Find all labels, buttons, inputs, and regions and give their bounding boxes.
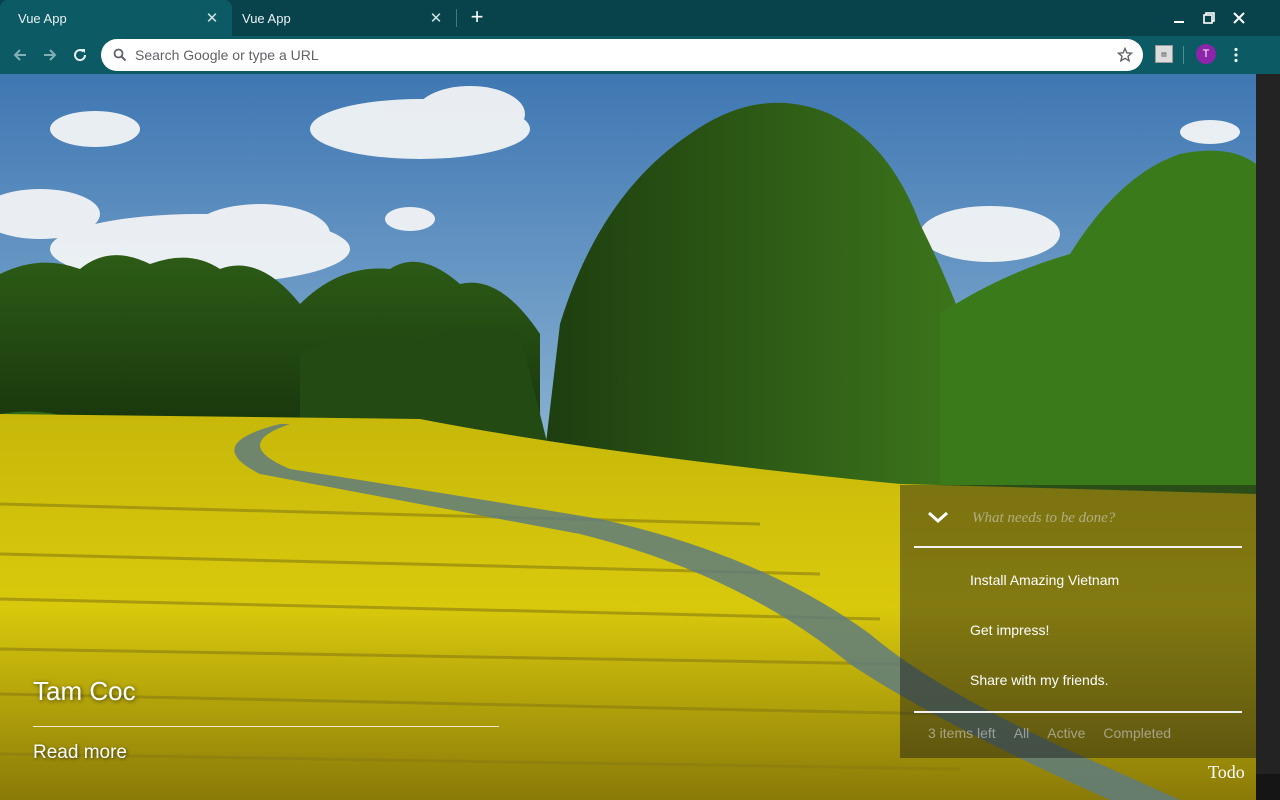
minimize-icon xyxy=(1174,21,1184,23)
reload-button[interactable] xyxy=(68,44,92,66)
page-scrollbar[interactable] xyxy=(1256,74,1280,800)
todo-divider xyxy=(914,546,1242,548)
todo-item-text: Install Amazing Vietnam xyxy=(970,572,1120,588)
restore-button[interactable] xyxy=(1196,6,1222,30)
filter-active[interactable]: Active xyxy=(1047,725,1085,741)
tab-strip: Vue App ✕ Vue App ✕ + xyxy=(0,0,1280,36)
scrollbar-track xyxy=(1256,74,1280,774)
browser-menu-button[interactable] xyxy=(1228,44,1244,66)
new-tab-button[interactable]: + xyxy=(466,6,488,29)
browser-toolbar: ▤ T xyxy=(0,36,1280,74)
slide-title: Tam Coc xyxy=(33,676,136,706)
todo-footer: 3 items left All Active Completed xyxy=(928,725,1189,741)
more-vert-icon xyxy=(1234,47,1238,63)
tab-title: Vue App xyxy=(242,10,291,26)
todo-panel: Install Amazing Vietnam Get impress! Sha… xyxy=(900,485,1256,758)
filter-all[interactable]: All xyxy=(1014,725,1030,741)
toggle-all-button[interactable] xyxy=(924,507,952,527)
todo-item[interactable]: Install Amazing Vietnam xyxy=(900,555,1256,605)
filter-completed[interactable]: Completed xyxy=(1103,725,1171,741)
todo-item-text: Get impress! xyxy=(970,622,1050,638)
minimize-button[interactable] xyxy=(1166,6,1192,30)
star-icon[interactable] xyxy=(1117,47,1133,63)
close-icon xyxy=(1233,12,1245,24)
chevron-down-icon xyxy=(928,511,948,523)
tab-title: Vue App xyxy=(18,10,67,26)
arrow-right-icon xyxy=(44,49,57,61)
todo-footer-divider xyxy=(914,711,1242,713)
address-input[interactable] xyxy=(133,46,1117,64)
todo-item[interactable]: Get impress! xyxy=(900,605,1256,655)
close-icon[interactable]: ✕ xyxy=(428,10,444,27)
todo-item[interactable]: Share with my friends. xyxy=(900,655,1256,705)
reload-icon xyxy=(74,49,87,62)
toolbar-separator xyxy=(1183,46,1184,64)
search-icon xyxy=(113,48,127,62)
todo-widget-label[interactable]: Todo xyxy=(1208,762,1245,783)
restore-icon xyxy=(1203,12,1215,24)
tab-separator xyxy=(456,9,457,27)
tab-vue-app-2[interactable]: Vue App ✕ xyxy=(224,0,456,36)
read-more-link[interactable]: Read more xyxy=(33,742,127,764)
profile-avatar[interactable]: T xyxy=(1196,44,1216,64)
background-landscape: Tam Coc Read more Install Amazing Vietna… xyxy=(0,74,1256,800)
todo-list: Install Amazing Vietnam Get impress! Sha… xyxy=(900,555,1256,705)
new-todo-input[interactable] xyxy=(970,503,1244,533)
close-icon[interactable]: ✕ xyxy=(204,10,220,27)
tab-vue-app-1[interactable]: Vue App ✕ xyxy=(0,0,232,36)
window-close-button[interactable] xyxy=(1226,6,1252,30)
todo-item-text: Share with my friends. xyxy=(970,672,1109,688)
items-left-count: 3 items left xyxy=(928,725,996,741)
slide-divider xyxy=(33,726,499,727)
forward-button[interactable] xyxy=(38,44,62,66)
extension-icon[interactable]: ▤ xyxy=(1155,45,1173,63)
back-button[interactable] xyxy=(8,44,32,66)
arrow-left-icon xyxy=(13,49,26,61)
address-bar[interactable] xyxy=(101,39,1143,71)
